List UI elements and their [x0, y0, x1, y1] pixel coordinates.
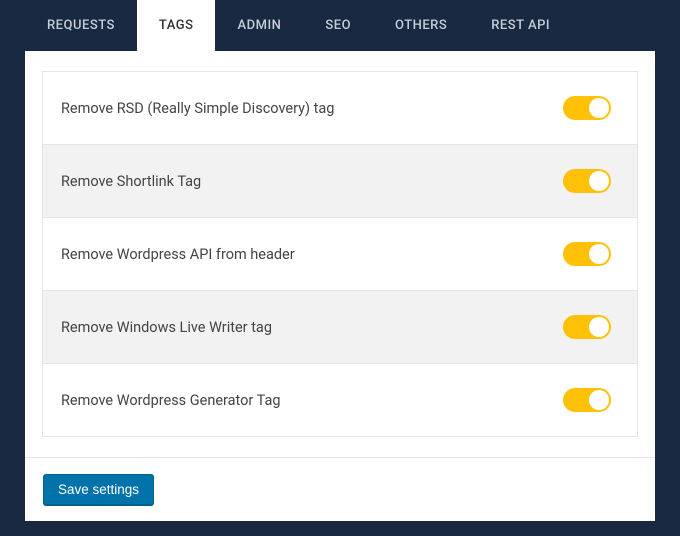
toggle-knob [589, 244, 609, 264]
panel-footer: Save settings [25, 457, 655, 521]
setting-row: Remove RSD (Really Simple Discovery) tag [42, 71, 638, 145]
tab-rest-api[interactable]: REST API [469, 0, 572, 51]
toggle-knob [589, 390, 609, 410]
setting-row: Remove Wordpress Generator Tag [42, 364, 638, 437]
setting-row: Remove Shortlink Tag [42, 145, 638, 218]
toggle-knob [589, 98, 609, 118]
tab-bar: REQUESTS TAGS ADMIN SEO OTHERS REST API [0, 0, 680, 51]
setting-label: Remove RSD (Really Simple Discovery) tag [61, 100, 334, 117]
save-button[interactable]: Save settings [43, 474, 154, 505]
tab-seo[interactable]: SEO [303, 0, 373, 51]
toggle-wlw[interactable] [563, 315, 611, 339]
toggle-generator[interactable] [563, 388, 611, 412]
toggle-knob [589, 171, 609, 191]
setting-label: Remove Wordpress Generator Tag [61, 392, 281, 409]
setting-row: Remove Windows Live Writer tag [42, 291, 638, 364]
setting-label: Remove Wordpress API from header [61, 246, 295, 263]
settings-list: Remove RSD (Really Simple Discovery) tag… [25, 51, 655, 437]
tab-requests[interactable]: REQUESTS [25, 0, 137, 51]
tab-others[interactable]: OTHERS [373, 0, 469, 51]
toggle-shortlink[interactable] [563, 169, 611, 193]
setting-label: Remove Shortlink Tag [61, 173, 201, 190]
setting-label: Remove Windows Live Writer tag [61, 319, 272, 336]
tab-tags[interactable]: TAGS [137, 0, 216, 51]
toggle-knob [589, 317, 609, 337]
toggle-wp-api[interactable] [563, 242, 611, 266]
tab-admin[interactable]: ADMIN [215, 0, 303, 51]
setting-row: Remove Wordpress API from header [42, 218, 638, 291]
settings-panel: Remove RSD (Really Simple Discovery) tag… [25, 51, 655, 521]
toggle-rsd[interactable] [563, 96, 611, 120]
